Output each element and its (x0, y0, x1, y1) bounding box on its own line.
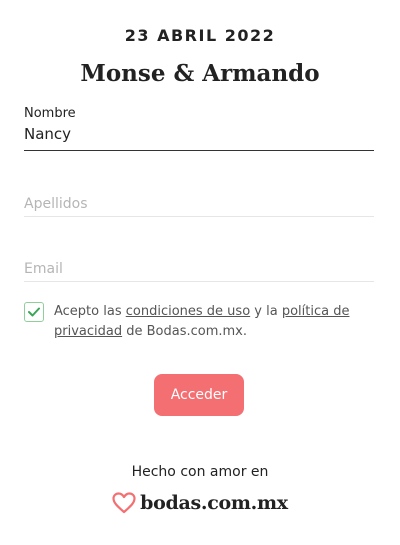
terms-text-2: y la (250, 304, 282, 319)
email-input[interactable]: Email (24, 261, 374, 277)
nombre-label: Nombre (24, 106, 76, 121)
terms-text-1: Acepto las (54, 304, 126, 319)
terms-text-3: de Bodas.com.mx. (122, 324, 248, 339)
email-field[interactable]: Email (24, 261, 374, 283)
apellidos-underline (24, 216, 374, 217)
nombre-field[interactable]: Nombre Nancy (24, 106, 374, 152)
heart-icon (112, 492, 136, 514)
nombre-underline (24, 150, 374, 151)
nombre-input[interactable]: Nancy (24, 125, 374, 143)
brand-name: bodas.com.mx (140, 492, 288, 514)
apellidos-field[interactable]: Apellidos (24, 196, 374, 218)
terms-consent: Acepto las condiciones de uso y la polít… (24, 302, 364, 342)
terms-of-use-link[interactable]: condiciones de uso (126, 304, 250, 319)
apellidos-input[interactable]: Apellidos (24, 196, 374, 212)
acceder-button[interactable]: Acceder (154, 374, 244, 416)
brand-logo: bodas.com.mx (0, 492, 400, 514)
couple-names: Monse & Armando (80, 60, 320, 87)
event-date: 23 ABRIL 2022 (124, 26, 276, 45)
email-underline (24, 281, 374, 282)
terms-checkbox[interactable] (24, 302, 44, 322)
terms-text: Acepto las condiciones de uso y la polít… (54, 302, 364, 342)
checkmark-icon (28, 307, 40, 317)
made-with-love-text: Hecho con amor en (131, 464, 269, 480)
